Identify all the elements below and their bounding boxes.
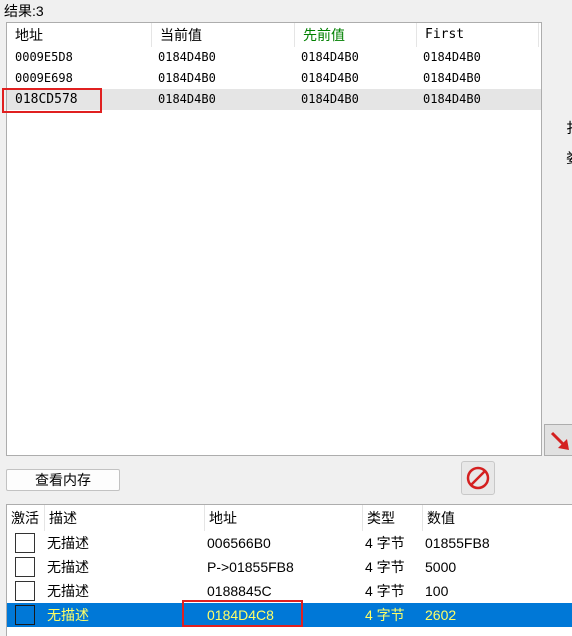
red-arrow-icon — [550, 431, 569, 450]
column-header-address[interactable]: 地址 — [7, 23, 152, 47]
row-current-value: 0184D4B0 — [158, 71, 216, 85]
row-type: 4 字节 — [365, 535, 405, 551]
row-current-value: 0184D4B0 — [158, 50, 216, 64]
active-checkbox[interactable] — [15, 557, 35, 577]
row-first-value: 0184D4B0 — [423, 92, 481, 106]
row-address: 0009E698 — [15, 71, 73, 85]
row-value: 2602 — [425, 607, 457, 623]
row-description: 无描述 — [47, 607, 89, 623]
row-description: 无描述 — [47, 583, 89, 599]
row-current-value: 0184D4B0 — [158, 92, 216, 106]
row-address: 0009E5D8 — [15, 50, 73, 64]
row-first-value: 0184D4B0 — [423, 71, 481, 85]
column-header-first[interactable]: First — [417, 23, 539, 47]
row-previous-value: 0184D4B0 — [301, 71, 359, 85]
row-first-value: 0184D4B0 — [423, 50, 481, 64]
scan-results-header: 地址 当前值 先前值 First — [7, 23, 541, 47]
result-count-label: 结果:3 — [4, 3, 44, 19]
view-memory-button[interactable]: 查看内存 — [6, 469, 120, 491]
active-checkbox[interactable] — [15, 581, 35, 601]
active-checkbox[interactable] — [15, 605, 35, 625]
column-header-address[interactable]: 地址 — [205, 505, 363, 531]
highlight-box-scan-address — [2, 88, 102, 113]
column-header-current-value[interactable]: 当前值 — [152, 23, 295, 47]
highlight-box-list-address — [182, 600, 303, 627]
active-checkbox[interactable] — [15, 533, 35, 553]
row-value: 5000 — [425, 559, 457, 575]
add-to-address-list-button[interactable] — [544, 424, 572, 456]
row-address: P->01855FB8 — [207, 559, 294, 575]
row-type: 4 字节 — [365, 607, 405, 623]
row-description: 无描述 — [47, 559, 89, 575]
row-address: 006566B0 — [207, 535, 271, 551]
column-header-value[interactable]: 数值 — [423, 505, 572, 531]
row-previous-value: 0184D4B0 — [301, 92, 359, 106]
address-row[interactable]: 无描述 006566B0 4 字节 01855FB8 — [7, 531, 572, 555]
row-value: 01855FB8 — [425, 535, 490, 551]
column-header-type[interactable]: 类型 — [363, 505, 423, 531]
row-type: 4 字节 — [365, 559, 405, 575]
row-type: 4 字节 — [365, 583, 405, 599]
scan-result-row[interactable]: 0009E5D8 0184D4B0 0184D4B0 0184D4B0 — [7, 47, 541, 68]
address-row[interactable]: 无描述 P->01855FB8 4 字节 5000 — [7, 555, 572, 579]
no-entry-icon — [466, 466, 490, 490]
clear-list-button[interactable] — [461, 461, 495, 495]
column-header-previous-value[interactable]: 先前值 — [295, 23, 417, 47]
side-label: 娄 — [566, 148, 572, 168]
side-label: 扌 — [566, 118, 572, 138]
row-previous-value: 0184D4B0 — [301, 50, 359, 64]
column-header-description[interactable]: 描述 — [45, 505, 205, 531]
row-value: 100 — [425, 583, 449, 599]
column-header-active[interactable]: 激活 — [7, 505, 45, 531]
scan-result-row[interactable]: 0009E698 0184D4B0 0184D4B0 0184D4B0 — [7, 68, 541, 89]
row-description: 无描述 — [47, 535, 89, 551]
